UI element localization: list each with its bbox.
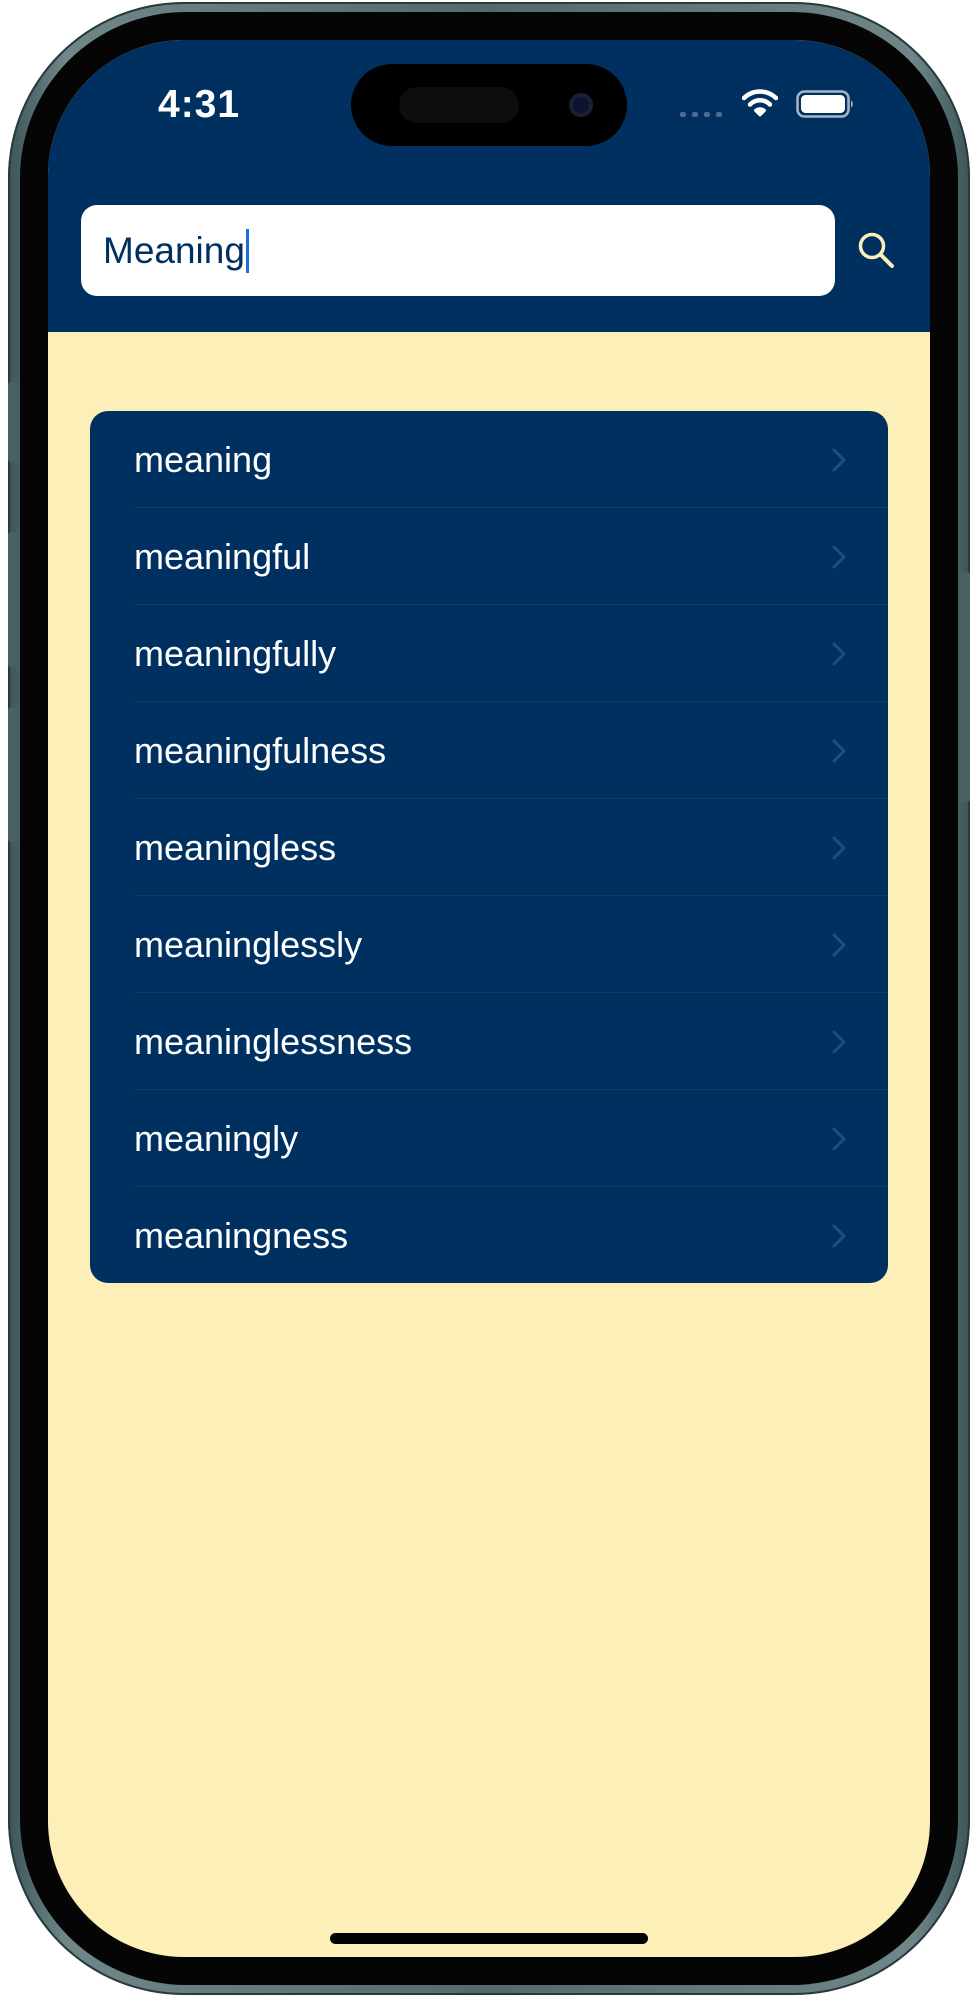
list-item[interactable]: meaninglessness: [90, 993, 888, 1090]
chevron-right-icon: [832, 836, 846, 860]
app-screen: 4:31 Meaning meaning meaningful meaningf…: [48, 40, 930, 1957]
island-sensor: [399, 87, 519, 123]
list-item-label: meaningfulness: [134, 729, 387, 771]
search-input-value: Meaning: [103, 229, 245, 271]
search-input[interactable]: Meaning: [81, 205, 835, 296]
text-caret: [245, 228, 249, 273]
list-item-label: meaningness: [134, 1214, 349, 1256]
volume-up-button: [8, 532, 18, 667]
status-time: 4:31: [158, 83, 241, 126]
list-item-label: meaningfully: [134, 632, 337, 674]
list-item-label: meaningful: [134, 535, 311, 577]
battery-icon: [796, 90, 856, 118]
chevron-right-icon: [832, 739, 846, 763]
list-item[interactable]: meaninglessly: [90, 896, 888, 993]
list-item-label: meaninglessly: [134, 923, 363, 965]
home-indicator[interactable]: [330, 1933, 648, 1944]
list-item[interactable]: meaningless: [90, 799, 888, 896]
list-item-label: meaningless: [134, 826, 337, 868]
results-list: meaning meaningful meaningfully meaningf…: [90, 411, 888, 1283]
signal-icon: [680, 112, 724, 118]
list-item[interactable]: meaningful: [90, 508, 888, 605]
action-button: [8, 382, 18, 462]
wifi-icon: [741, 88, 779, 118]
chevron-right-icon: [832, 1030, 846, 1054]
search-button[interactable]: [851, 225, 901, 275]
list-item[interactable]: meaningness: [90, 1187, 888, 1283]
power-button: [960, 572, 970, 802]
camera-icon: [569, 93, 593, 117]
list-item[interactable]: meaningfully: [90, 605, 888, 702]
chevron-right-icon: [832, 642, 846, 666]
chevron-right-icon: [832, 1224, 846, 1248]
list-item-label: meaningly: [134, 1117, 299, 1159]
chevron-right-icon: [832, 448, 846, 472]
chevron-right-icon: [832, 1127, 846, 1151]
list-item-label: meaninglessness: [134, 1020, 413, 1062]
list-item-label: meaning: [134, 438, 273, 480]
volume-down-button: [8, 707, 18, 842]
list-item[interactable]: meaning: [90, 411, 888, 508]
search-header: 4:31 Meaning: [48, 40, 930, 332]
list-item[interactable]: meaningfulness: [90, 702, 888, 799]
search-icon: [858, 232, 894, 268]
chevron-right-icon: [832, 545, 846, 569]
list-item[interactable]: meaningly: [90, 1090, 888, 1187]
chevron-right-icon: [832, 933, 846, 957]
dynamic-island: [351, 64, 627, 146]
